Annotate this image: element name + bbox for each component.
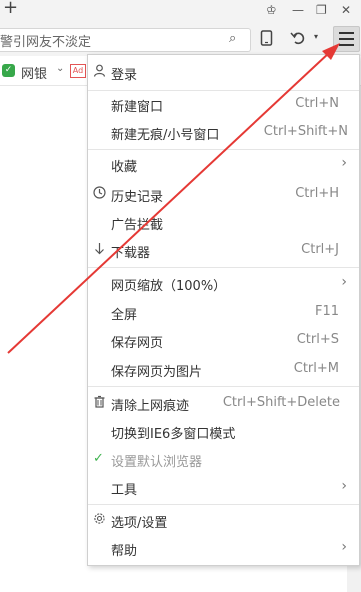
menu-divider — [88, 504, 359, 505]
close-icon[interactable]: ✕ — [341, 3, 351, 17]
menu-item-set-default-browser[interactable]: ✓ 设置默认浏览器 — [88, 447, 359, 473]
undo-dropdown-icon[interactable]: ▾ — [314, 32, 318, 41]
menu-label: 设置默认浏览器 — [111, 455, 203, 470]
minimize-icon[interactable]: — — [292, 3, 304, 17]
menu-item-clear-traces[interactable]: 清除上网痕迹 Ctrl+Shift+Delete — [88, 391, 359, 417]
menu-shortcut: Ctrl+Shift+Delete — [222, 395, 340, 410]
menu-shortcut: Ctrl+N — [295, 96, 339, 111]
menu-item-new-window[interactable]: 新建窗口 Ctrl+N — [88, 92, 359, 118]
menu-label: 下载器 — [111, 246, 151, 261]
main-menu: 登录 新建窗口 Ctrl+N 新建无痕/小号窗口 Ctrl+Shift+N 收藏… — [87, 54, 360, 566]
menu-divider — [88, 386, 359, 387]
menu-label: 新建无痕/小号窗口 — [111, 128, 220, 143]
menu-divider — [88, 267, 359, 268]
menu-shortcut: Ctrl+M — [293, 361, 339, 376]
menu-item-downloader[interactable]: 下载器 Ctrl+J — [88, 238, 359, 264]
chevron-right-icon: › — [341, 274, 347, 290]
menu-label: 选项/设置 — [111, 516, 168, 531]
hamburger-menu-icon[interactable] — [333, 26, 360, 52]
menu-divider — [88, 90, 359, 91]
address-text: 警引网友不淡定 — [0, 35, 92, 50]
menu-label: 工具 — [111, 483, 138, 498]
checkmark-icon: ✓ — [93, 451, 104, 466]
shield-check-icon: ✓ — [2, 64, 15, 77]
menu-shortcut: Ctrl+S — [296, 332, 339, 347]
address-toolbar: 警引网友不淡定 ⌕ ▾ — [0, 22, 361, 56]
menu-item-login[interactable]: 登录 — [88, 60, 359, 86]
menu-item-ie6-mode[interactable]: 切换到IE6多窗口模式 — [88, 419, 359, 445]
menu-label: 清除上网痕迹 — [111, 399, 190, 414]
menu-item-save-page[interactable]: 保存网页 Ctrl+S — [88, 328, 359, 354]
menu-item-history[interactable]: 历史记录 Ctrl+H — [88, 182, 359, 208]
menu-shortcut: Ctrl+Shift+N — [263, 124, 348, 139]
menu-item-help[interactable]: 帮助 › — [88, 536, 359, 562]
user-icon — [93, 64, 106, 81]
menu-item-tools[interactable]: 工具 › — [88, 475, 359, 501]
menu-label: 新建窗口 — [111, 100, 164, 115]
restore-icon[interactable]: ❐ — [316, 3, 327, 17]
menu-label: 帮助 — [111, 544, 138, 559]
skin-icon[interactable]: ♔ — [266, 3, 277, 17]
menu-label: 全屏 — [111, 308, 138, 323]
new-tab-icon[interactable]: + — [3, 0, 18, 18]
menu-label: 保存网页 — [111, 336, 164, 351]
chevron-down-icon[interactable]: ⌄ — [56, 63, 64, 74]
chevron-right-icon: › — [341, 155, 347, 171]
menu-item-new-incognito-window[interactable]: 新建无痕/小号窗口 Ctrl+Shift+N — [88, 120, 359, 146]
menu-shortcut: Ctrl+H — [295, 186, 339, 201]
download-arrow-icon — [93, 242, 106, 259]
menu-label: 历史记录 — [111, 190, 164, 205]
menu-item-fullscreen[interactable]: 全屏 F11 — [88, 300, 359, 326]
menu-item-favorites[interactable]: 收藏 › — [88, 152, 359, 178]
chevron-right-icon: › — [341, 478, 347, 494]
search-icon[interactable]: ⌕ — [229, 31, 236, 46]
menu-shortcut: Ctrl+J — [301, 242, 339, 257]
menu-label: 网页缩放（100%） — [111, 279, 227, 294]
menu-shortcut: F11 — [314, 304, 339, 319]
phone-icon[interactable] — [260, 30, 273, 50]
menu-item-save-page-as-image[interactable]: 保存网页为图片 Ctrl+M — [88, 357, 359, 383]
menu-label: 收藏 — [111, 160, 138, 175]
clock-icon — [93, 186, 106, 203]
gear-icon — [93, 512, 106, 529]
menu-divider — [88, 149, 359, 150]
menu-label: 登录 — [111, 68, 138, 83]
chevron-right-icon: › — [341, 539, 347, 555]
undo-icon[interactable] — [290, 30, 306, 50]
menu-item-zoom[interactable]: 网页缩放（100%） › — [88, 271, 359, 297]
menu-item-ad-block[interactable]: 广告拦截 — [88, 210, 359, 236]
menu-label: 切换到IE6多窗口模式 — [111, 427, 236, 442]
menu-label: 保存网页为图片 — [111, 365, 203, 380]
trash-icon — [93, 395, 106, 412]
menu-label: 广告拦截 — [111, 218, 164, 233]
menu-item-options[interactable]: 选项/设置 — [88, 508, 359, 534]
ad-icon[interactable]: Ad — [70, 64, 86, 78]
bookmark-online-banking[interactable]: 网银 — [21, 63, 47, 82]
address-input[interactable]: 警引网友不淡定 ⌕ — [0, 28, 251, 52]
title-bar: + ♔ — ❐ ✕ — [0, 0, 361, 22]
